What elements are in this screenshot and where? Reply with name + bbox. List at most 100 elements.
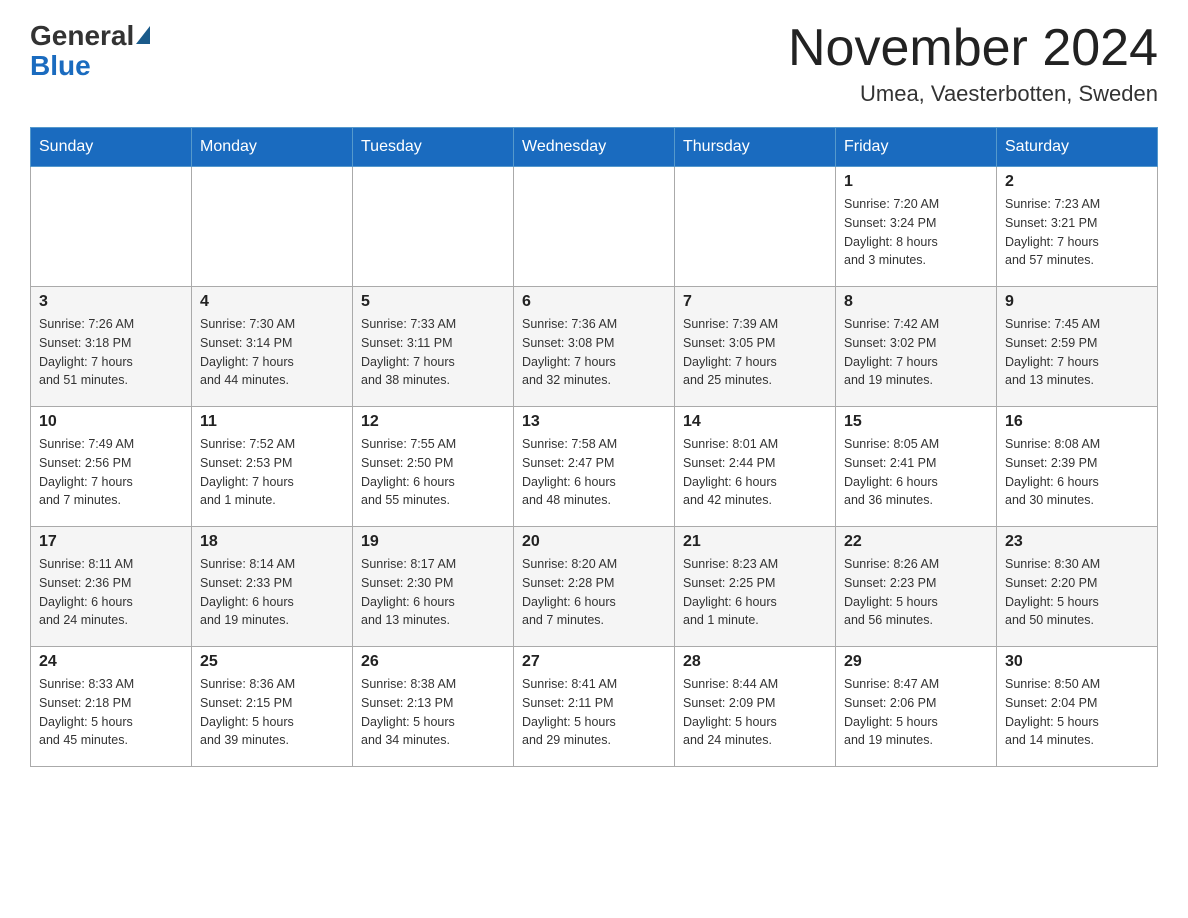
calendar-header-row: SundayMondayTuesdayWednesdayThursdayFrid… — [31, 128, 1158, 167]
calendar-cell: 19 Sunrise: 8:17 AMSunset: 2:30 PMDayligh… — [353, 527, 514, 647]
calendar-cell: 22 Sunrise: 8:26 AMSunset: 2:23 PMDayligh… — [836, 527, 997, 647]
col-header-saturday: Saturday — [997, 128, 1158, 167]
day-info: Sunrise: 8:36 AMSunset: 2:15 PMDaylight:… — [200, 675, 344, 750]
day-info: Sunrise: 7:23 AMSunset: 3:21 PMDaylight:… — [1005, 195, 1149, 270]
day-number: 18 — [200, 533, 344, 551]
day-number: 11 — [200, 413, 344, 431]
logo-blue-text: Blue — [30, 50, 91, 82]
day-info: Sunrise: 8:50 AMSunset: 2:04 PMDaylight:… — [1005, 675, 1149, 750]
day-info: Sunrise: 7:45 AMSunset: 2:59 PMDaylight:… — [1005, 315, 1149, 390]
day-info: Sunrise: 8:01 AMSunset: 2:44 PMDaylight:… — [683, 435, 827, 510]
location-subtitle: Umea, Vaesterbotten, Sweden — [788, 81, 1158, 107]
calendar-cell: 4Sunrise: 7:30 AMSunset: 3:14 PMDaylight… — [192, 287, 353, 407]
day-number: 28 — [683, 653, 827, 671]
calendar-week-1: 1Sunrise: 7:20 AMSunset: 3:24 PMDaylight… — [31, 167, 1158, 287]
day-info: Sunrise: 8:11 AMSunset: 2:36 PMDaylight:… — [39, 555, 183, 630]
day-number: 2 — [1005, 173, 1149, 191]
calendar-cell: 30 Sunrise: 8:50 AMSunset: 2:04 PMDayligh… — [997, 647, 1158, 767]
day-info: Sunrise: 7:20 AMSunset: 3:24 PMDaylight:… — [844, 195, 988, 270]
calendar-cell: 16 Sunrise: 8:08 AMSunset: 2:39 PMDayligh… — [997, 407, 1158, 527]
day-number: 20 — [522, 533, 666, 551]
page-header: General Blue November 2024 Umea, Vaester… — [30, 20, 1158, 107]
calendar-cell: 10 Sunrise: 7:49 AMSunset: 2:56 PMDayligh… — [31, 407, 192, 527]
day-number: 23 — [1005, 533, 1149, 551]
calendar-cell: 1Sunrise: 7:20 AMSunset: 3:24 PMDaylight… — [836, 167, 997, 287]
day-info: Sunrise: 7:52 AMSunset: 2:53 PMDaylight:… — [200, 435, 344, 510]
calendar-week-3: 10 Sunrise: 7:49 AMSunset: 2:56 PMDayligh… — [31, 407, 1158, 527]
day-number: 16 — [1005, 413, 1149, 431]
day-info: Sunrise: 8:14 AMSunset: 2:33 PMDaylight:… — [200, 555, 344, 630]
calendar-week-4: 17 Sunrise: 8:11 AMSunset: 2:36 PMDayligh… — [31, 527, 1158, 647]
calendar-cell: 23 Sunrise: 8:30 AMSunset: 2:20 PMDayligh… — [997, 527, 1158, 647]
day-info: Sunrise: 8:47 AMSunset: 2:06 PMDaylight:… — [844, 675, 988, 750]
day-number: 6 — [522, 293, 666, 311]
day-number: 22 — [844, 533, 988, 551]
calendar-cell: 6 Sunrise: 7:36 AMSunset: 3:08 PMDaylight… — [514, 287, 675, 407]
day-info: Sunrise: 7:36 AMSunset: 3:08 PMDaylight:… — [522, 315, 666, 390]
day-info: Sunrise: 7:55 AMSunset: 2:50 PMDaylight:… — [361, 435, 505, 510]
day-info: Sunrise: 8:17 AMSunset: 2:30 PMDaylight:… — [361, 555, 505, 630]
day-number: 19 — [361, 533, 505, 551]
day-number: 12 — [361, 413, 505, 431]
day-number: 8 — [844, 293, 988, 311]
calendar-cell: 14 Sunrise: 8:01 AMSunset: 2:44 PMDayligh… — [675, 407, 836, 527]
day-info: Sunrise: 7:39 AMSunset: 3:05 PMDaylight:… — [683, 315, 827, 390]
day-info: Sunrise: 7:49 AMSunset: 2:56 PMDaylight:… — [39, 435, 183, 510]
calendar-week-5: 24Sunrise: 8:33 AMSunset: 2:18 PMDayligh… — [31, 647, 1158, 767]
col-header-tuesday: Tuesday — [353, 128, 514, 167]
day-number: 27 — [522, 653, 666, 671]
calendar-cell: 26 Sunrise: 8:38 AMSunset: 2:13 PMDayligh… — [353, 647, 514, 767]
calendar-cell: 25Sunrise: 8:36 AMSunset: 2:15 PMDayligh… — [192, 647, 353, 767]
calendar-week-2: 3Sunrise: 7:26 AMSunset: 3:18 PMDaylight… — [31, 287, 1158, 407]
day-info: Sunrise: 7:42 AMSunset: 3:02 PMDaylight:… — [844, 315, 988, 390]
day-number: 9 — [1005, 293, 1149, 311]
day-number: 21 — [683, 533, 827, 551]
calendar-cell: 24Sunrise: 8:33 AMSunset: 2:18 PMDayligh… — [31, 647, 192, 767]
day-info: Sunrise: 8:23 AMSunset: 2:25 PMDaylight:… — [683, 555, 827, 630]
col-header-friday: Friday — [836, 128, 997, 167]
calendar-cell — [675, 167, 836, 287]
calendar-cell: 8 Sunrise: 7:42 AMSunset: 3:02 PMDaylight… — [836, 287, 997, 407]
col-header-monday: Monday — [192, 128, 353, 167]
day-number: 29 — [844, 653, 988, 671]
title-area: November 2024 Umea, Vaesterbotten, Swede… — [788, 20, 1158, 107]
day-number: 26 — [361, 653, 505, 671]
day-number: 13 — [522, 413, 666, 431]
calendar-cell: 11 Sunrise: 7:52 AMSunset: 2:53 PMDayligh… — [192, 407, 353, 527]
calendar-cell: 27 Sunrise: 8:41 AMSunset: 2:11 PMDayligh… — [514, 647, 675, 767]
calendar-cell — [514, 167, 675, 287]
day-info: Sunrise: 8:30 AMSunset: 2:20 PMDaylight:… — [1005, 555, 1149, 630]
day-number: 4 — [200, 293, 344, 311]
col-header-thursday: Thursday — [675, 128, 836, 167]
day-number: 15 — [844, 413, 988, 431]
calendar-cell: 2 Sunrise: 7:23 AMSunset: 3:21 PMDaylight… — [997, 167, 1158, 287]
calendar-cell: 28Sunrise: 8:44 AMSunset: 2:09 PMDayligh… — [675, 647, 836, 767]
day-number: 24 — [39, 653, 183, 671]
calendar-cell: 20 Sunrise: 8:20 AMSunset: 2:28 PMDayligh… — [514, 527, 675, 647]
day-info: Sunrise: 8:08 AMSunset: 2:39 PMDaylight:… — [1005, 435, 1149, 510]
day-info: Sunrise: 8:38 AMSunset: 2:13 PMDaylight:… — [361, 675, 505, 750]
calendar-cell: 7 Sunrise: 7:39 AMSunset: 3:05 PMDaylight… — [675, 287, 836, 407]
day-info: Sunrise: 8:26 AMSunset: 2:23 PMDaylight:… — [844, 555, 988, 630]
logo-general-text: General — [30, 20, 134, 52]
day-number: 5 — [361, 293, 505, 311]
day-info: Sunrise: 8:05 AMSunset: 2:41 PMDaylight:… — [844, 435, 988, 510]
day-number: 10 — [39, 413, 183, 431]
calendar-cell: 13Sunrise: 7:58 AMSunset: 2:47 PMDayligh… — [514, 407, 675, 527]
calendar-cell: 5 Sunrise: 7:33 AMSunset: 3:11 PMDaylight… — [353, 287, 514, 407]
logo: General Blue — [30, 20, 150, 82]
calendar-cell — [192, 167, 353, 287]
day-number: 7 — [683, 293, 827, 311]
col-header-wednesday: Wednesday — [514, 128, 675, 167]
day-number: 30 — [1005, 653, 1149, 671]
day-number: 17 — [39, 533, 183, 551]
calendar-cell: 18 Sunrise: 8:14 AMSunset: 2:33 PMDayligh… — [192, 527, 353, 647]
day-number: 14 — [683, 413, 827, 431]
calendar-cell: 12 Sunrise: 7:55 AMSunset: 2:50 PMDayligh… — [353, 407, 514, 527]
calendar-cell: 17 Sunrise: 8:11 AMSunset: 2:36 PMDayligh… — [31, 527, 192, 647]
day-info: Sunrise: 8:41 AMSunset: 2:11 PMDaylight:… — [522, 675, 666, 750]
day-info: Sunrise: 7:33 AMSunset: 3:11 PMDaylight:… — [361, 315, 505, 390]
calendar-cell — [31, 167, 192, 287]
logo-arrow-icon — [136, 26, 150, 44]
day-info: Sunrise: 8:20 AMSunset: 2:28 PMDaylight:… — [522, 555, 666, 630]
